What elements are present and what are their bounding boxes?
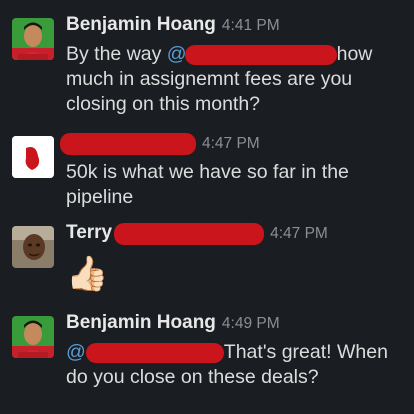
message-text: 50k is what we have so far in the pipeli… [66, 161, 349, 208]
timestamp[interactable]: 4:41 PM [222, 17, 280, 34]
mention-prefix: @ [66, 341, 86, 363]
mention-prefix: @ [166, 43, 187, 65]
message-text-part: By the way [66, 43, 167, 65]
redaction-mark [85, 342, 224, 363]
mention-link[interactable]: @ [167, 43, 337, 65]
redaction-mark [60, 132, 196, 155]
thumbs-up-icon: 👍🏻 [66, 255, 109, 293]
redaction-mark [184, 44, 337, 65]
avatar-benjamin[interactable] [12, 316, 54, 358]
sender-name[interactable]: Benjamin Hoang [66, 14, 216, 35]
sender-name[interactable]: Terry [66, 222, 112, 243]
mention-link[interactable]: @ [66, 341, 224, 363]
timestamp[interactable]: 4:49 PM [222, 315, 280, 332]
timestamp[interactable]: 4:47 PM [270, 225, 328, 242]
sender-name[interactable]: Benjamin Hoang [66, 312, 216, 333]
avatar-redacted-user[interactable] [12, 136, 54, 178]
avatar-terry[interactable] [12, 226, 54, 268]
avatar-benjamin[interactable] [12, 18, 54, 60]
redaction-mark [114, 222, 265, 245]
timestamp[interactable]: 4:47 PM [202, 135, 260, 152]
message-text: @ That's great! When do you close on thes… [66, 340, 408, 390]
message-text: By the way @ how much in assignemnt fees … [66, 42, 408, 117]
